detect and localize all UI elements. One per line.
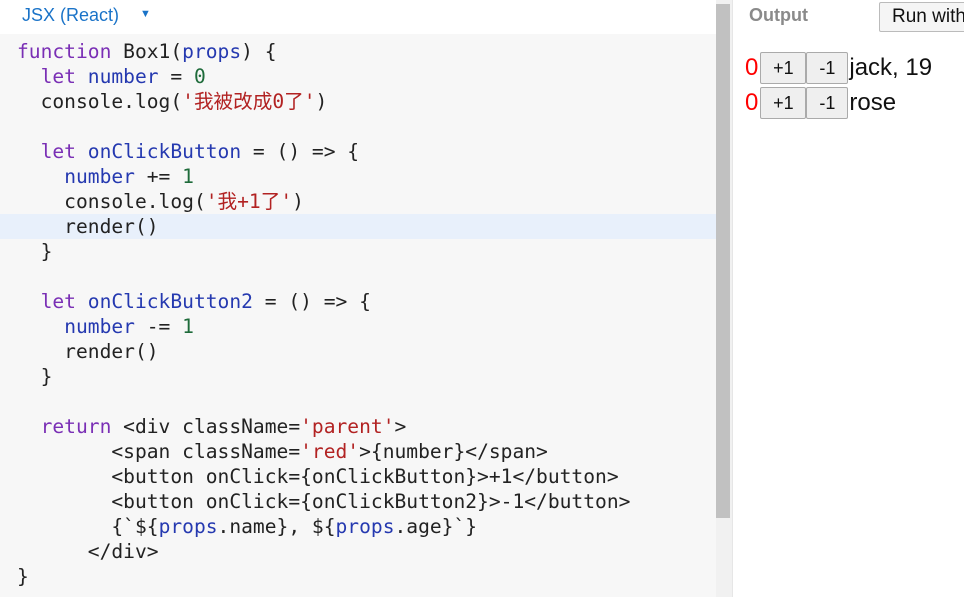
code-line[interactable]: render() xyxy=(0,339,716,364)
code-token: 0 xyxy=(193,65,206,88)
code-token: </div> xyxy=(17,540,159,563)
code-token: 1 xyxy=(182,165,194,188)
code-token: let xyxy=(40,290,76,313)
code-line[interactable] xyxy=(0,389,716,414)
increment-button[interactable]: +1 xyxy=(760,87,807,119)
code-token: number xyxy=(87,65,159,88)
code-token: onClickButton xyxy=(87,140,242,163)
code-token: } xyxy=(17,565,29,588)
code-token: return xyxy=(40,415,112,438)
code-token: props xyxy=(182,40,242,63)
code-line[interactable]: console.log('我+1了') xyxy=(0,189,716,214)
code-line[interactable]: number += 1 xyxy=(0,164,716,189)
code-line[interactable]: render() xyxy=(0,214,716,239)
output-title: Output xyxy=(749,5,808,25)
code-token: .name}, ${ xyxy=(217,515,336,538)
code-line[interactable] xyxy=(0,114,716,139)
run-button[interactable]: Run with xyxy=(879,2,964,32)
code-line[interactable]: <button onClick={onClickButton}>+1</butt… xyxy=(0,464,716,489)
code-token: >{number}</span> xyxy=(359,440,548,463)
code-line[interactable]: let onClickButton = () => { xyxy=(0,139,716,164)
code-token: += xyxy=(134,165,183,188)
code-token: } xyxy=(17,240,53,263)
code-line[interactable]: console.log('我被改成0了') xyxy=(0,89,716,114)
increment-button[interactable]: +1 xyxy=(760,52,807,84)
code-line[interactable]: } xyxy=(0,564,716,589)
code-token: = () => { xyxy=(241,140,360,163)
code-line[interactable]: } xyxy=(0,239,716,264)
code-token: } xyxy=(17,365,53,388)
person-info: rose xyxy=(849,89,897,116)
output-row-2: 0 +1 -1 rose xyxy=(745,86,896,120)
code-line[interactable]: function Box1(props) { xyxy=(0,39,716,64)
code-token: 1 xyxy=(182,315,194,338)
code-line[interactable]: number -= 1 xyxy=(0,314,716,339)
code-token: <div className= xyxy=(111,415,301,438)
code-token: function xyxy=(17,40,112,63)
code-line[interactable] xyxy=(0,264,716,289)
code-token: = xyxy=(158,65,194,88)
code-line[interactable]: } xyxy=(0,364,716,389)
output-pane: Output Run with 0 +1 -1 jack, 19 0 +1 -1… xyxy=(732,0,964,597)
code-editor-pane: JSX (React) ▼ function Box1(props) { let… xyxy=(0,0,732,597)
code-token: render() xyxy=(17,340,159,363)
output-row-1: 0 +1 -1 jack, 19 xyxy=(745,51,932,85)
code-token: props xyxy=(335,515,395,538)
code-token: console.log( xyxy=(17,190,206,213)
person-info: jack, 19 xyxy=(849,54,933,81)
language-bar: JSX (React) ▼ xyxy=(0,0,716,34)
code-token: <button onClick={onClickButton}>+1</butt… xyxy=(17,465,619,488)
code-line[interactable]: return <div className='parent'> xyxy=(0,414,716,439)
code-token: ) xyxy=(315,90,328,113)
code-token: Box1( xyxy=(111,40,183,63)
code-token: let xyxy=(40,65,76,88)
code-line[interactable]: let onClickButton2 = () => { xyxy=(0,289,716,314)
decrement-button[interactable]: -1 xyxy=(806,52,849,84)
code-token: 'red' xyxy=(300,440,360,463)
code-token: = () => { xyxy=(252,290,371,313)
code-token: '我被改成0了' xyxy=(182,90,316,113)
code-token: ) xyxy=(292,190,304,213)
language-selector[interactable]: JSX (React) xyxy=(22,5,119,26)
code-token: <button onClick={onClickButton2}>-1</but… xyxy=(17,490,631,513)
code-token: onClickButton2 xyxy=(87,290,253,313)
code-line[interactable]: {`${props.name}, ${props.age}`} xyxy=(0,514,716,539)
code-token: number xyxy=(64,165,135,188)
chevron-down-icon[interactable]: ▼ xyxy=(140,8,151,20)
editor-scrollbar-thumb[interactable] xyxy=(716,4,730,518)
code-token: .age}`} xyxy=(394,515,478,538)
code-token: > xyxy=(394,415,407,438)
code-token: render() xyxy=(17,215,159,238)
code-token: {`${ xyxy=(17,515,159,538)
code-token: <span className= xyxy=(17,440,301,463)
code-token: -= xyxy=(134,315,183,338)
code-token: let xyxy=(40,140,76,163)
code-line[interactable]: <span className='red'>{number}</span> xyxy=(0,439,716,464)
decrement-button[interactable]: -1 xyxy=(806,87,849,119)
code-line[interactable]: <button onClick={onClickButton2}>-1</but… xyxy=(0,489,716,514)
code-line[interactable]: </div> xyxy=(0,539,716,564)
code-token: '我+1了' xyxy=(205,190,293,213)
code-token: console.log( xyxy=(17,90,183,113)
code-token: number xyxy=(64,315,135,338)
code-line[interactable]: let number = 0 xyxy=(0,64,716,89)
code-token: props xyxy=(158,515,218,538)
counter-value: 0 xyxy=(745,89,759,116)
counter-value: 0 xyxy=(745,54,759,81)
code-token: ) { xyxy=(241,40,277,63)
code-token: 'parent' xyxy=(300,415,395,438)
code-editor[interactable]: function Box1(props) { let number = 0 co… xyxy=(0,39,716,589)
